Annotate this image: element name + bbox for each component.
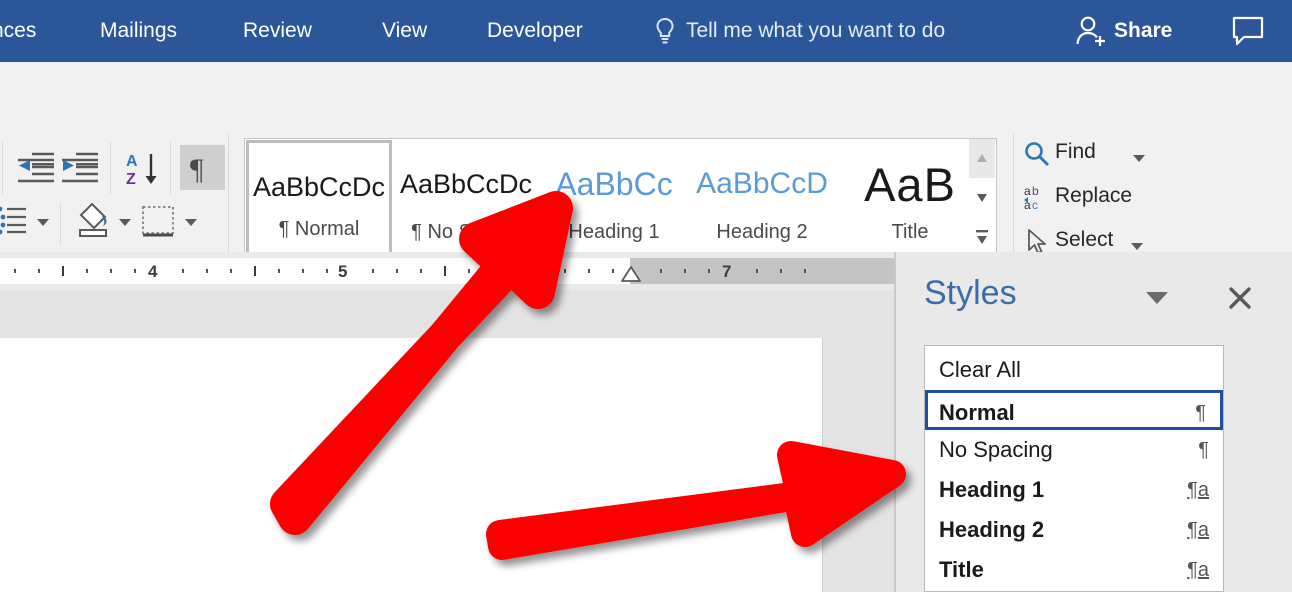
style-item-label: Normal (939, 400, 1015, 425)
scroll-down-icon[interactable] (969, 178, 995, 218)
show-formatting-marks-icon[interactable]: ¶ (180, 145, 225, 190)
style-tile-no-spacing[interactable]: AaBbCcDc ¶ No Spac... (393, 140, 539, 256)
style-name: ¶ Normal (278, 218, 360, 240)
chevron-down-icon[interactable] (182, 216, 200, 228)
style-item-mark: ¶a (1187, 479, 1209, 501)
group-separator (110, 142, 111, 194)
styles-gallery[interactable]: AaBbCcDc ¶ Normal AaBbCcDc ¶ No Spac... … (244, 138, 996, 258)
style-preview: AaB (864, 160, 956, 208)
comment-icon[interactable] (1232, 16, 1264, 46)
svg-text:c: c (1032, 198, 1038, 212)
svg-text:a: a (1024, 184, 1031, 198)
chevron-down-icon[interactable] (1144, 289, 1170, 305)
style-item-label: Clear All (939, 357, 1021, 382)
replace-button[interactable]: Replace (1055, 184, 1132, 208)
tab-developer[interactable]: Developer (487, 14, 583, 48)
group-separator (170, 142, 171, 194)
style-preview: AaBbCcDc (252, 172, 386, 202)
style-name: Title (891, 221, 929, 243)
person-add-icon (1076, 16, 1105, 46)
shading-icon[interactable] (72, 202, 112, 240)
style-item-mark: ¶a (1187, 519, 1209, 541)
sort-az-icon[interactable]: A Z (122, 149, 162, 189)
styles-list[interactable]: Clear All Normal ¶ No Spacing ¶ Heading … (924, 345, 1224, 592)
styles-pane-title: Styles (924, 274, 1017, 312)
style-item-label: No Spacing (939, 437, 1053, 462)
styles-list-item-title[interactable]: Title ¶a (925, 550, 1223, 590)
increase-indent-icon[interactable] (60, 150, 100, 186)
tab-mailings[interactable]: Mailings (100, 14, 177, 48)
styles-list-item-heading-2[interactable]: Heading 2 ¶a (925, 510, 1223, 550)
style-name: Heading 1 (568, 221, 660, 243)
ruler-number: 7 (722, 262, 732, 281)
decrease-indent-icon[interactable] (16, 150, 56, 186)
tab-references[interactable]: nces (0, 14, 36, 48)
group-separator (2, 142, 3, 194)
svg-text:Z: Z (126, 171, 136, 188)
style-item-label: Heading 2 (939, 517, 1045, 542)
svg-text:b: b (1032, 184, 1039, 198)
styles-list-item-no-spacing[interactable]: No Spacing ¶ (925, 430, 1223, 470)
style-preview: AaBbCcDc (399, 169, 533, 199)
styles-list-item-heading-1[interactable]: Heading 1 ¶a (925, 470, 1223, 510)
style-item-mark: ¶ (1195, 402, 1206, 424)
hanging-indent-marker[interactable] (620, 265, 642, 283)
style-name: ¶ No Spac... (411, 221, 521, 243)
share-button[interactable]: Share (1114, 14, 1172, 48)
tab-review[interactable]: Review (243, 14, 312, 48)
close-icon[interactable] (1226, 284, 1254, 312)
find-button[interactable]: Find (1055, 140, 1096, 164)
styles-task-pane: Styles Clear All Normal ¶ No Spacing ¶ H… (896, 252, 1292, 592)
tell-me-search[interactable]: Tell me what you want to do (686, 14, 945, 48)
svg-text:¶: ¶ (190, 153, 204, 186)
style-item-label: Title (939, 557, 984, 582)
style-tile-title[interactable]: AaB Title (837, 140, 983, 256)
style-item-mark: ¶a (1187, 559, 1209, 581)
group-separator (60, 204, 61, 244)
multilevel-list-icon[interactable] (0, 204, 28, 236)
styles-list-item-clear-all[interactable]: Clear All (925, 350, 1223, 390)
styles-gallery-scrollbar[interactable] (969, 138, 997, 258)
style-name: Heading 2 (716, 221, 808, 243)
document-page[interactable] (0, 338, 823, 592)
chevron-down-icon[interactable] (1128, 240, 1146, 252)
chevron-down-icon[interactable] (1130, 152, 1148, 164)
style-tile-heading-1[interactable]: AaBbCc Heading 1 (541, 140, 687, 256)
ruler-number: 6 (530, 262, 540, 281)
style-item-mark: ¶ (1198, 439, 1209, 461)
style-tile-normal[interactable]: AaBbCcDc ¶ Normal (246, 140, 392, 256)
svg-text:A: A (126, 153, 138, 170)
scroll-up-icon[interactable] (969, 139, 995, 179)
select-button[interactable]: Select (1055, 228, 1113, 252)
ruler-number: 5 (338, 262, 348, 281)
style-item-label: Heading 1 (939, 477, 1045, 502)
ruler-number: 4 (148, 262, 158, 281)
style-preview: AaBbCc (555, 166, 673, 202)
ribbon-tab-bar: nces Mailings Review View Developer Tell… (0, 0, 1292, 62)
lightbulb-icon (656, 17, 674, 44)
more-styles-icon[interactable] (969, 217, 995, 256)
styles-list-item-normal[interactable]: Normal ¶ (925, 390, 1223, 430)
magnifier-icon[interactable] (1023, 140, 1051, 168)
style-tile-heading-2[interactable]: AaBbCcD Heading 2 (689, 140, 835, 256)
replace-abac-icon[interactable]: a b a c (1023, 182, 1053, 212)
ribbon: A Z ¶ raph (0, 62, 1292, 303)
tab-view[interactable]: View (382, 14, 427, 48)
chevron-down-icon[interactable] (116, 216, 134, 228)
horizontal-ruler[interactable]: 4 5 6 7 (0, 252, 896, 290)
style-preview: AaBbCcD (696, 167, 828, 200)
borders-icon[interactable] (140, 204, 176, 240)
chevron-down-icon[interactable] (34, 216, 52, 228)
document-area (0, 290, 896, 592)
